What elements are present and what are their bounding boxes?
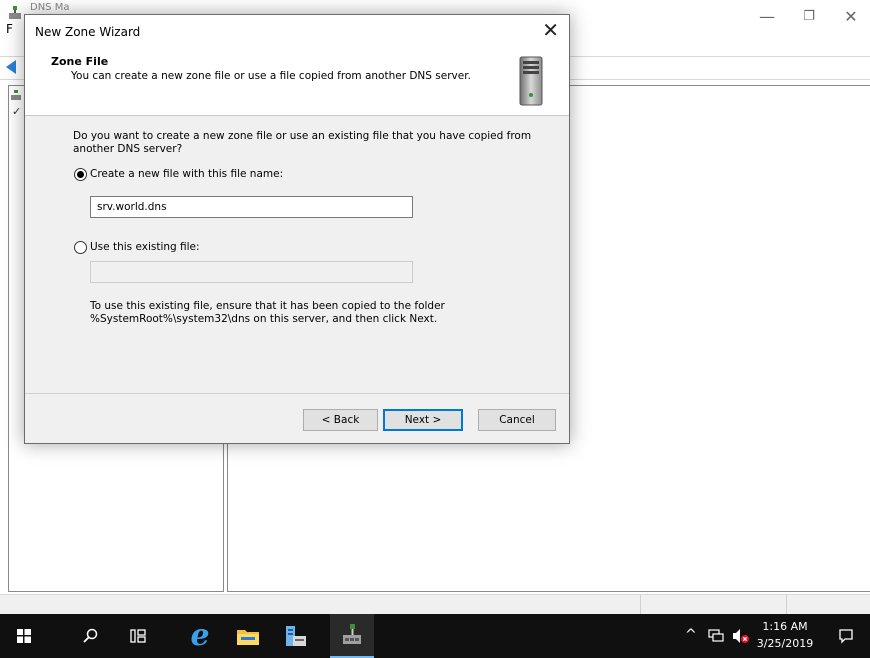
- clock-time: 1:16 AM: [762, 620, 808, 633]
- status-separator: [640, 595, 641, 615]
- status-separator: [786, 595, 787, 615]
- server-icon: [519, 56, 543, 106]
- file-menu[interactable]: F: [6, 22, 13, 36]
- existing-file-info: To use this existing file, ensure that i…: [90, 300, 445, 325]
- dns-app-icon: [9, 6, 21, 19]
- button-separator: [25, 393, 569, 394]
- search-icon[interactable]: [72, 614, 108, 658]
- task-view-icon[interactable]: [120, 614, 156, 658]
- dialog-close-button[interactable]: ✕: [542, 20, 559, 40]
- create-new-file-label[interactable]: Create a new file with this file name:: [90, 168, 283, 180]
- file-explorer-icon[interactable]: [228, 614, 268, 658]
- zone-file-question: Do you want to create a new zone file or…: [73, 130, 532, 155]
- tree-expand-chevron-icon[interactable]: ✓: [12, 105, 21, 118]
- use-existing-file-label[interactable]: Use this existing file:: [90, 241, 200, 253]
- use-existing-file-radio[interactable]: [74, 241, 87, 254]
- wizard-header: Zone File You can create a new zone file…: [25, 49, 569, 116]
- network-icon[interactable]: [704, 614, 728, 658]
- action-center-icon[interactable]: [828, 614, 864, 658]
- next-button[interactable]: Next >: [383, 409, 463, 431]
- new-zone-wizard-dialog: New Zone Wizard ✕ Zone File You can crea…: [24, 14, 570, 444]
- clock-date: 3/25/2019: [756, 637, 814, 650]
- dns-node-icon: [11, 90, 21, 100]
- internet-explorer-icon[interactable]: e: [180, 614, 220, 658]
- new-file-name-input[interactable]: [90, 196, 413, 218]
- existing-file-name-input[interactable]: [90, 261, 413, 283]
- back-arrow-icon[interactable]: [6, 60, 16, 74]
- create-new-file-radio[interactable]: [74, 168, 87, 181]
- close-button[interactable]: ✕: [836, 6, 866, 28]
- wizard-heading: Zone File: [51, 55, 109, 68]
- minimize-button[interactable]: —: [752, 6, 782, 28]
- cancel-button[interactable]: Cancel: [478, 409, 556, 431]
- back-button[interactable]: < Back: [303, 409, 378, 431]
- dns-manager-icon[interactable]: [330, 614, 374, 658]
- taskbar: e ^ 1:16 AM 3/25/2019: [0, 614, 870, 658]
- restore-button[interactable]: ❐: [794, 6, 824, 28]
- wizard-subheading: You can create a new zone file or use a …: [71, 70, 471, 82]
- server-manager-icon[interactable]: [276, 614, 316, 658]
- dialog-title: New Zone Wizard: [35, 25, 141, 39]
- tray-chevron-icon[interactable]: ^: [685, 627, 697, 643]
- dialog-titlebar[interactable]: New Zone Wizard ✕: [25, 15, 569, 49]
- volume-muted-icon[interactable]: [729, 614, 753, 658]
- dns-manager-title: DNS Ma: [30, 2, 70, 13]
- clock[interactable]: 1:16 AM 3/25/2019: [755, 618, 815, 652]
- windows-start-icon[interactable]: [6, 614, 42, 658]
- wizard-body: Do you want to create a new zone file or…: [25, 115, 569, 380]
- status-bar: [0, 594, 870, 615]
